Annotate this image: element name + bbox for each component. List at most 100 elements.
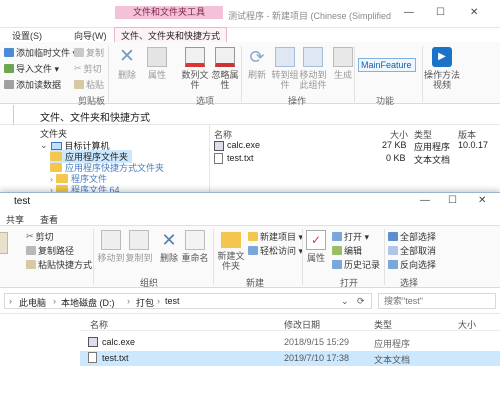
explorer-ribbon-tabs: 共享 查看	[0, 210, 500, 226]
explorer-window-title: test	[14, 196, 31, 207]
ribbon-divider	[354, 46, 355, 102]
easy-access-icon	[248, 246, 258, 255]
close-icon[interactable]: ✕	[470, 7, 478, 18]
search-box[interactable]	[378, 293, 496, 309]
context-tab-file-tools[interactable]: 文件和文件夹工具	[115, 6, 223, 19]
import-file-button[interactable]: 导入文件 ▾	[4, 62, 59, 75]
explorer-ribbon: ✂ 剪切 复制路径 粘贴快捷方式 移动到 复制到 ✕ 删除 重命名 组织 新建文…	[0, 226, 500, 288]
dropdown-chevron-icon[interactable]: ⌄	[341, 296, 349, 307]
breadcrumb-pack[interactable]: 打包	[136, 296, 154, 309]
file-version: 10.0.17	[458, 140, 489, 150]
copy-button[interactable]: 复制	[74, 46, 104, 59]
file-size: 27 KB	[382, 140, 407, 150]
new-folder-button[interactable]: 新建文件夹	[216, 230, 246, 271]
folder-icon	[221, 232, 241, 248]
text-file-icon	[88, 352, 97, 364]
breadcrumb-separator-icon: ›	[127, 296, 130, 306]
file-date: 2018/9/15 15:29	[284, 337, 350, 347]
tab-view[interactable]: 查看	[40, 213, 58, 226]
breadcrumb-local-disk[interactable]: 本地磁盘 (D:)	[61, 296, 115, 309]
select-all-button[interactable]: 全部选择	[388, 230, 436, 243]
ignore-attributes-button[interactable]: 忽略属性	[208, 47, 242, 90]
open-button[interactable]: 打开 ▾	[332, 230, 369, 243]
scissors-icon: ✂	[26, 231, 34, 241]
add-temp-file-button[interactable]: 添加临时文件 ▾	[4, 46, 77, 59]
ribbon-divider	[384, 229, 385, 285]
refresh-icon: ⟳	[249, 47, 265, 67]
maximize-icon[interactable]: ☐	[436, 7, 445, 18]
minimize-icon[interactable]: —	[420, 195, 430, 206]
copy-to-button[interactable]: 复制到	[122, 230, 156, 263]
table-row[interactable]: test.txt 0 KB 文本文档	[212, 152, 500, 165]
history-button[interactable]: 历史记录	[332, 258, 380, 271]
column-size[interactable]: 大小	[458, 318, 476, 331]
address-bar-row: › 此电脑 › 本地磁盘 (D:) › 打包 › test ⌄ ⟳	[0, 288, 500, 314]
file-name: test.txt	[102, 353, 129, 363]
table-row[interactable]: test.txt 2019/7/10 17:38 文本文档	[80, 351, 500, 366]
table-row[interactable]: calc.exe 27 KB 应用程序 10.0.17	[212, 139, 500, 152]
move-to-component-button[interactable]: 移动到此组件	[296, 47, 330, 90]
exe-file-icon	[88, 336, 98, 347]
edit-icon	[332, 246, 342, 255]
expand-down-icon[interactable]: ⌄	[40, 140, 48, 151]
sequence-file-button[interactable]: 数列文件	[178, 47, 212, 90]
rename-icon	[185, 230, 205, 250]
tab-settings[interactable]: 设置(S)	[12, 29, 42, 42]
minimize-icon[interactable]: —	[404, 7, 414, 18]
collapse-handle[interactable]	[0, 105, 14, 125]
close-icon[interactable]: ✕	[478, 195, 486, 206]
add-read-data-button[interactable]: 添加读数据	[4, 78, 61, 91]
column-modified-date[interactable]: 修改日期	[284, 318, 320, 331]
cut-button[interactable]: ✂ 剪切	[26, 230, 54, 243]
select-none-button[interactable]: 全部取消	[388, 244, 436, 257]
paste-shortcut-icon	[26, 260, 36, 269]
history-icon	[332, 260, 342, 269]
maximize-icon[interactable]: ☐	[448, 195, 457, 206]
search-input[interactable]	[379, 294, 495, 308]
paste-shortcut-button[interactable]: 粘贴快捷方式	[26, 258, 92, 271]
ribbon-divider	[422, 46, 423, 102]
address-bar[interactable]: › 此电脑 › 本地磁盘 (D:) › 打包 › test ⌄ ⟳	[4, 293, 372, 309]
new-item-button[interactable]: 新建项目 ▾	[248, 230, 303, 243]
feature-dropdown[interactable]: MainFeature	[358, 58, 416, 72]
paste-button[interactable]: 粘贴	[74, 78, 104, 91]
breadcrumb-this-pc[interactable]: 此电脑	[19, 296, 46, 309]
folder-icon	[50, 152, 62, 161]
refresh-icon[interactable]: ⟳	[357, 296, 365, 307]
properties-icon	[147, 47, 167, 67]
paste-icon	[74, 80, 84, 89]
copy-path-icon	[26, 246, 36, 255]
table-row[interactable]: calc.exe 2018/9/15 15:29 应用程序	[80, 335, 500, 350]
delete-button[interactable]: ✕ 删除	[110, 47, 144, 81]
installer-title-bar: 文件和文件夹工具 测试程序 - 新建项目 (Chinese (Simplifie…	[0, 0, 500, 28]
installer-file-list: 名称 大小 类型 版本 calc.exe 27 KB 应用程序 10.0.17 …	[212, 125, 500, 195]
cut-button[interactable]: ✂ 剪切	[74, 62, 102, 75]
rename-button[interactable]: 重命名	[178, 230, 212, 263]
edit-button[interactable]: 编辑	[332, 244, 362, 257]
open-icon	[332, 232, 342, 241]
tab-wizard[interactable]: 向导(W)	[74, 29, 107, 42]
easy-access-button[interactable]: 轻松访问 ▾	[248, 244, 303, 257]
column-name[interactable]: 名称	[90, 318, 108, 331]
column-type[interactable]: 类型	[374, 318, 392, 331]
file-name: calc.exe	[102, 337, 136, 347]
back-arrow-icon[interactable]: ›	[9, 296, 12, 306]
import-icon	[4, 64, 14, 73]
how-to-video-button[interactable]: ▶ 操作方法视频	[424, 47, 460, 90]
copy-path-button[interactable]: 复制路径	[26, 244, 74, 257]
folder-icon	[50, 163, 62, 172]
file-name: calc.exe	[227, 140, 261, 150]
breadcrumb-test[interactable]: test	[165, 296, 180, 306]
expand-right-icon[interactable]: ›	[50, 174, 53, 184]
tab-share[interactable]: 共享	[6, 213, 24, 226]
component-icon	[275, 47, 295, 67]
properties-button[interactable]: 属性	[140, 47, 174, 80]
folder-tree: 文件夹 ⌄ 目标计算机 应用程序文件夹 应用程序快捷方式文件夹 › 程序文件 ›…	[0, 125, 210, 195]
invert-selection-button[interactable]: 反向选择	[388, 258, 436, 271]
installer-window: 文件和文件夹工具 测试程序 - 新建项目 (Chinese (Simplifie…	[0, 0, 500, 195]
ignore-attr-icon	[215, 47, 235, 67]
properties-button[interactable]: ✓ 属性	[303, 230, 329, 263]
play-video-icon: ▶	[432, 47, 452, 67]
tab-files-folders-shortcuts[interactable]: 文件、文件夹和快捷方式	[114, 27, 228, 42]
paste-large-icon[interactable]	[0, 232, 8, 254]
